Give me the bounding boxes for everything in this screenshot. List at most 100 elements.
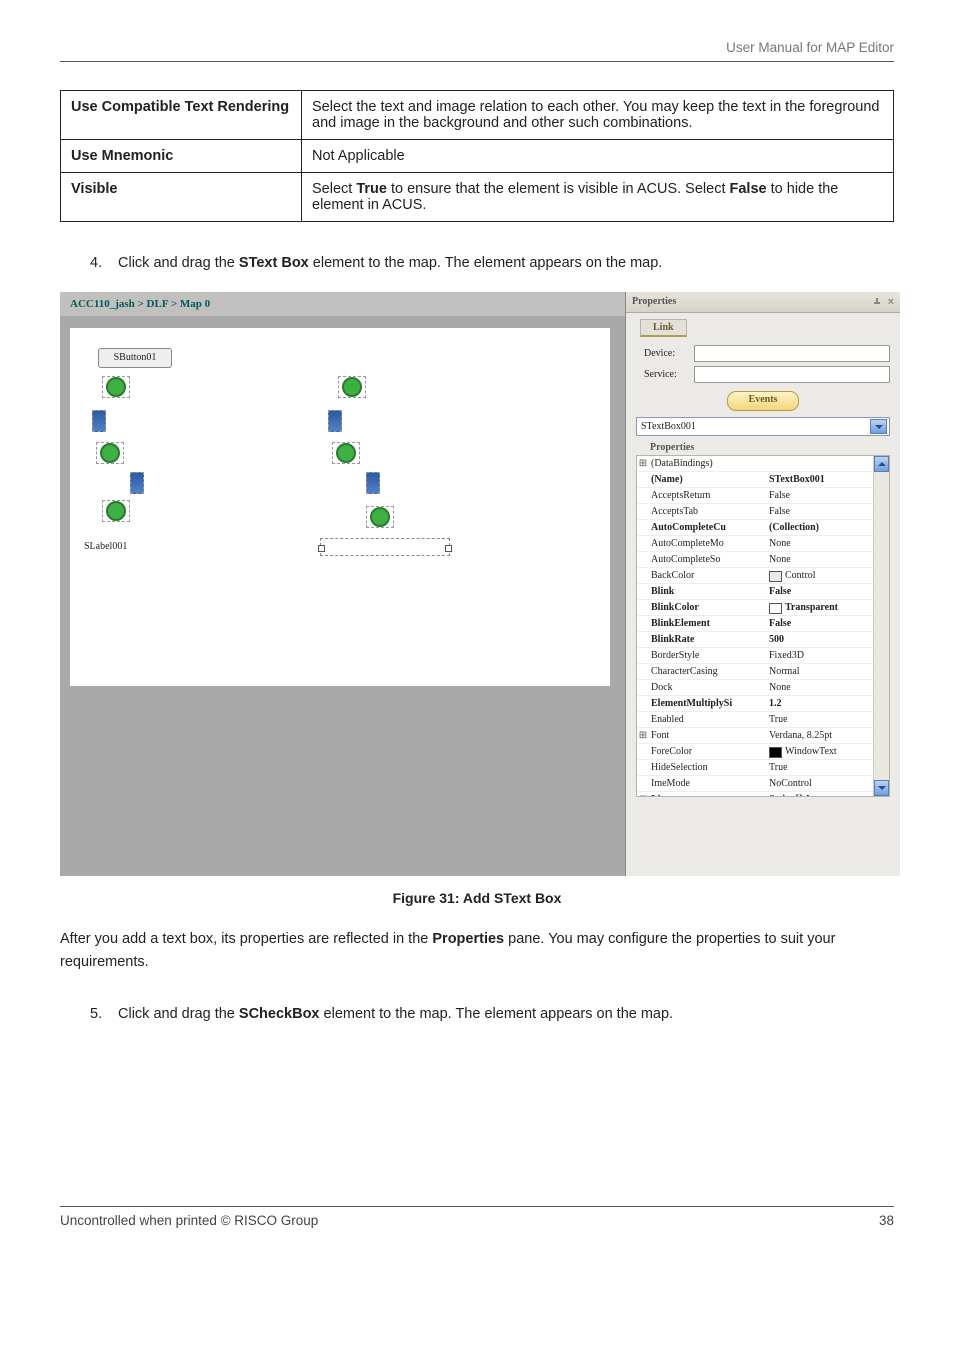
property-value[interactable]: None — [769, 552, 889, 567]
property-value[interactable] — [769, 456, 889, 471]
resize-handle[interactable] — [318, 545, 325, 552]
stextbox-element[interactable] — [320, 538, 450, 556]
property-row[interactable]: ElementMultiplySi1.2 — [637, 696, 889, 712]
property-value[interactable]: (Collection) — [769, 520, 889, 535]
service-input[interactable] — [694, 366, 890, 383]
expand-icon[interactable] — [637, 536, 649, 551]
expand-icon[interactable] — [637, 504, 649, 519]
property-row[interactable]: ⊞(DataBindings) — [637, 456, 889, 472]
property-row[interactable]: AutoCompleteCu(Collection) — [637, 520, 889, 536]
expand-icon[interactable] — [637, 520, 649, 535]
expand-icon[interactable] — [637, 488, 649, 503]
close-icon[interactable]: × — [888, 297, 894, 308]
property-value[interactable]: Normal — [769, 664, 889, 679]
property-row[interactable]: AcceptsTabFalse — [637, 504, 889, 520]
expand-icon[interactable] — [637, 568, 649, 583]
property-value[interactable]: 1.2 — [769, 696, 889, 711]
property-value[interactable]: False — [769, 488, 889, 503]
device-input[interactable] — [694, 345, 890, 362]
bar-element[interactable] — [130, 472, 144, 494]
property-row[interactable]: BackColorControl — [637, 568, 889, 584]
property-value[interactable]: None — [769, 680, 889, 695]
resize-handle[interactable] — [445, 545, 452, 552]
property-value[interactable]: 500 — [769, 632, 889, 647]
property-value[interactable]: NoControl — [769, 776, 889, 791]
property-row[interactable]: BorderStyleFixed3D — [637, 648, 889, 664]
slabel-element[interactable]: SLabel001 — [84, 541, 127, 552]
property-value[interactable]: STextBox001 — [769, 472, 889, 487]
expand-icon[interactable] — [637, 712, 649, 727]
property-value[interactable]: WindowText — [769, 744, 889, 759]
property-row[interactable]: ForeColorWindowText — [637, 744, 889, 760]
bar-element[interactable] — [366, 472, 380, 494]
scroll-up-icon[interactable] — [874, 456, 889, 472]
bar-element[interactable] — [328, 410, 342, 432]
expand-icon[interactable] — [637, 552, 649, 567]
map-canvas[interactable]: SButton01 SLabel001 — [70, 328, 610, 686]
expand-icon[interactable] — [637, 760, 649, 775]
property-row[interactable]: (Name)STextBox001 — [637, 472, 889, 488]
scroll-down-icon[interactable] — [874, 780, 889, 796]
property-value[interactable]: None — [769, 536, 889, 551]
chevron-down-icon[interactable] — [870, 419, 887, 434]
expand-icon[interactable] — [637, 744, 649, 759]
expand-icon[interactable] — [637, 472, 649, 487]
expand-icon[interactable] — [637, 776, 649, 791]
led-element[interactable] — [366, 506, 394, 528]
expand-icon[interactable]: ⊞ — [637, 456, 649, 471]
bar-element[interactable] — [92, 410, 106, 432]
link-tab[interactable]: Link — [640, 319, 687, 337]
property-value[interactable]: String[] Array — [769, 792, 889, 797]
expand-icon[interactable] — [637, 584, 649, 599]
property-row[interactable]: BlinkFalse — [637, 584, 889, 600]
led-element[interactable] — [332, 442, 360, 464]
sbutton-element[interactable]: SButton01 — [98, 348, 172, 368]
led-element[interactable] — [96, 442, 124, 464]
led-element[interactable] — [102, 376, 130, 398]
row-label: Use Compatible Text Rendering — [61, 91, 302, 140]
property-row[interactable]: AutoCompleteSoNone — [637, 552, 889, 568]
footer-page-number: 38 — [879, 1213, 894, 1228]
property-key: BlinkElement — [649, 616, 769, 631]
property-grid[interactable]: ⊞(DataBindings)(Name)STextBox001AcceptsR… — [636, 455, 890, 797]
property-row[interactable]: EnabledTrue — [637, 712, 889, 728]
property-value[interactable]: Transparent — [769, 600, 889, 615]
property-row[interactable]: ⊞FontVerdana, 8.25pt — [637, 728, 889, 744]
expand-icon[interactable]: ⊞ — [637, 792, 649, 797]
expand-icon[interactable] — [637, 664, 649, 679]
events-button[interactable]: Events — [727, 391, 799, 411]
property-row[interactable]: CharacterCasingNormal — [637, 664, 889, 680]
property-value[interactable]: True — [769, 760, 889, 775]
property-row[interactable]: BlinkRate500 — [637, 632, 889, 648]
led-element[interactable] — [338, 376, 366, 398]
expand-icon[interactable] — [637, 648, 649, 663]
expand-icon[interactable] — [637, 696, 649, 711]
property-row[interactable]: BlinkElementFalse — [637, 616, 889, 632]
property-value[interactable]: Control — [769, 568, 889, 583]
property-value[interactable]: Fixed3D — [769, 648, 889, 663]
pin-icon[interactable] — [873, 298, 882, 307]
property-row[interactable]: AcceptsReturnFalse — [637, 488, 889, 504]
expand-icon[interactable]: ⊞ — [637, 728, 649, 743]
property-value[interactable]: False — [769, 504, 889, 519]
property-value[interactable]: False — [769, 616, 889, 631]
property-key: ElementMultiplySi — [649, 696, 769, 711]
property-value[interactable]: Verdana, 8.25pt — [769, 728, 889, 743]
property-row[interactable]: ImeModeNoControl — [637, 776, 889, 792]
led-element[interactable] — [102, 500, 130, 522]
property-row[interactable]: DockNone — [637, 680, 889, 696]
row-desc: Select the text and image relation to ea… — [302, 91, 894, 140]
property-value[interactable]: True — [769, 712, 889, 727]
property-value[interactable]: False — [769, 584, 889, 599]
property-row[interactable]: AutoCompleteMoNone — [637, 536, 889, 552]
property-row[interactable]: ⊞LinesString[] Array — [637, 792, 889, 797]
property-row[interactable]: BlinkColorTransparent — [637, 600, 889, 616]
expand-icon[interactable] — [637, 632, 649, 647]
expand-icon[interactable] — [637, 680, 649, 695]
expand-icon[interactable] — [637, 600, 649, 615]
expand-icon[interactable] — [637, 616, 649, 631]
scrollbar[interactable] — [873, 456, 889, 796]
table-row: Visible Select True to ensure that the e… — [61, 173, 894, 222]
element-selector-combo[interactable]: STextBox001 — [636, 417, 890, 436]
property-row[interactable]: HideSelectionTrue — [637, 760, 889, 776]
